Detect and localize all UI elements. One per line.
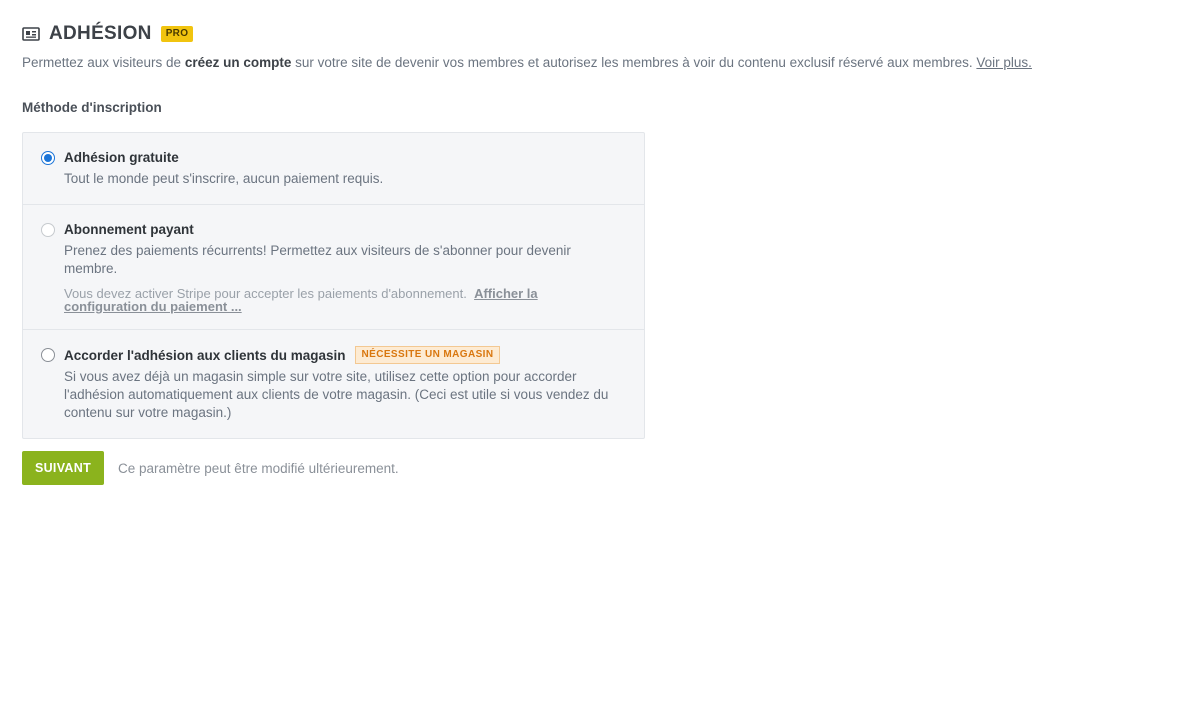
option-title: Adhésion gratuite <box>64 150 179 165</box>
free-membership-radio[interactable] <box>41 151 55 165</box>
requires-store-badge: NÉCESSITE UN MAGASIN <box>354 346 501 364</box>
store-customers-radio[interactable] <box>41 348 55 362</box>
page-header: ADHÉSION PRO <box>22 22 1178 46</box>
create-account-emphasis: créez un compte <box>184 55 292 70</box>
page-description: Permettez aux visiteurs de créez un comp… <box>22 55 1032 70</box>
membership-card-icon <box>22 27 40 41</box>
option-free-membership[interactable]: Adhésion gratuite Tout le monde peut s'i… <box>23 133 644 205</box>
membership-settings-panel: ADHÉSION PRO Permettez aux visiteurs de … <box>22 22 1178 485</box>
option-description: Prenez des paiements récurrents! Permett… <box>64 243 571 276</box>
form-footer: SUIVANT Ce paramètre peut être modifié u… <box>22 451 1178 485</box>
option-title: Accorder l'adhésion aux clients du magas… <box>64 346 624 364</box>
signup-method-label: Méthode d'inscription <box>22 100 162 115</box>
option-description: Si vous avez déjà un magasin simple sur … <box>64 369 609 420</box>
see-more-link[interactable]: Voir plus. <box>976 55 1032 70</box>
option-description: Tout le monde peut s'inscrire, aucun pai… <box>64 171 384 186</box>
next-button[interactable]: SUIVANT <box>22 451 104 485</box>
signup-method-options: Adhésion gratuite Tout le monde peut s'i… <box>22 132 645 439</box>
option-paid-subscription[interactable]: Abonnement payant Prenez des paiements r… <box>23 205 644 330</box>
pro-badge: PRO <box>160 26 194 42</box>
footer-note: Ce paramètre peut être modifié ultérieur… <box>118 460 399 476</box>
paid-subscription-radio[interactable] <box>41 223 55 237</box>
option-store-customers[interactable]: Accorder l'adhésion aux clients du magas… <box>23 330 644 438</box>
stripe-required-note: Vous devez activer Stripe pour accepter … <box>64 286 538 314</box>
page-title: ADHÉSION <box>49 23 152 44</box>
option-title: Abonnement payant <box>64 222 194 237</box>
